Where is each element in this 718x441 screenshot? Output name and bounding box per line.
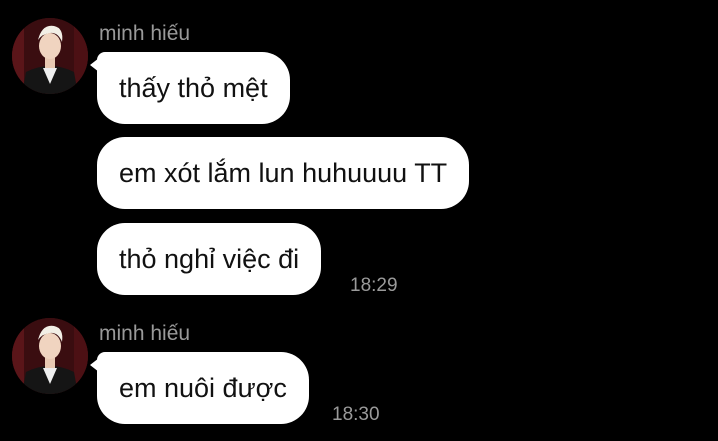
message-bubble[interactable]: thỏ nghỉ việc đi <box>97 223 322 295</box>
message-text: em nuôi được <box>119 373 287 403</box>
bubble-tail <box>90 358 99 372</box>
sender-avatar[interactable] <box>12 318 88 394</box>
message-text: thấy thỏ mệt <box>119 73 268 103</box>
sender-name: minh hiếu <box>99 322 191 345</box>
sender-name: minh hiếu <box>99 22 191 45</box>
message-text: em xót lắm lun huhuuuu TT <box>119 158 448 188</box>
message-timestamp: 18:29 <box>350 275 398 296</box>
message-timestamp: 18:30 <box>332 404 380 425</box>
avatar-image <box>12 18 88 94</box>
sender-avatar[interactable] <box>12 18 88 94</box>
message-bubble[interactable]: thấy thỏ mệt <box>90 52 290 124</box>
bubble-tail <box>90 58 99 72</box>
avatar-image <box>12 318 88 394</box>
message-text: thỏ nghỉ việc đi <box>119 244 300 274</box>
message-bubble[interactable]: em xót lắm lun huhuuuu TT <box>97 137 470 209</box>
message-bubble[interactable]: em nuôi được <box>90 352 309 424</box>
chat-screen: minh hiếu thấy thỏ mệt em xót lắm lun hu… <box>0 0 718 441</box>
